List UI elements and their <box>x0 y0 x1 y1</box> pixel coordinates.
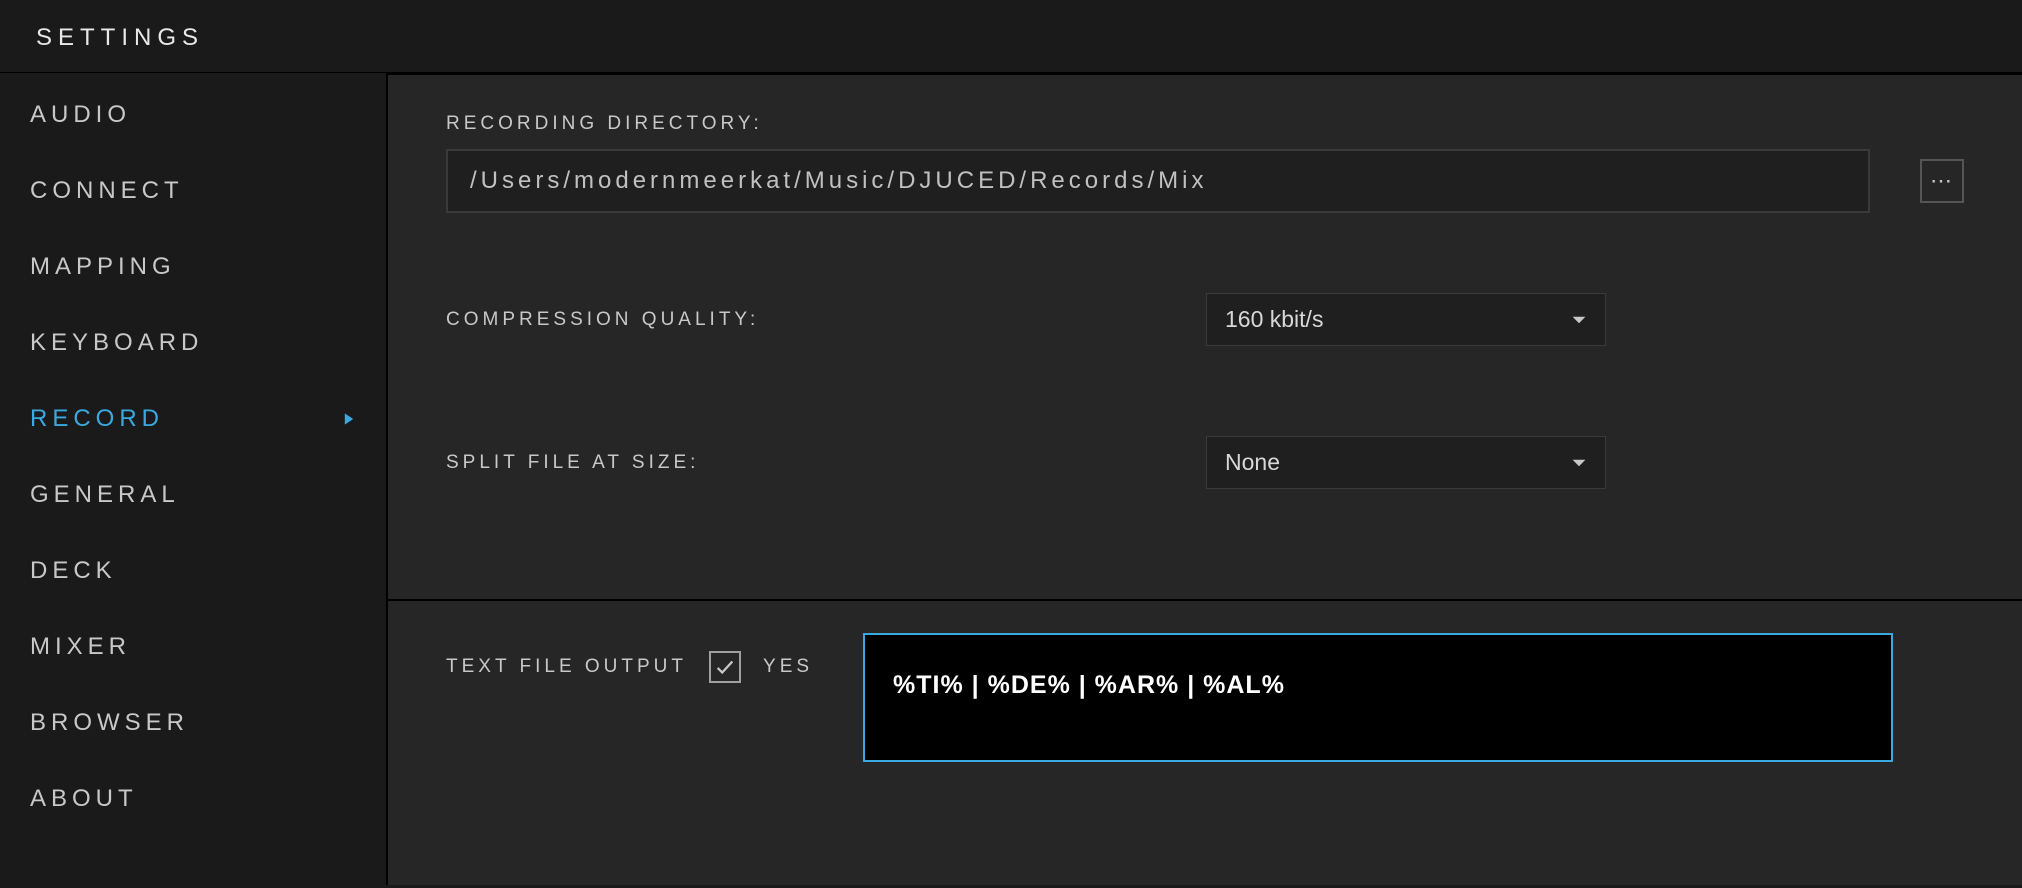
sidebar-item-label: RECORD <box>30 405 164 433</box>
compression-quality-select[interactable]: 160 kbit/s <box>1206 293 1606 346</box>
sidebar-item-mapping[interactable]: MAPPING <box>0 229 386 305</box>
format-string-input[interactable]: %TI% | %DE% | %AR% | %AL% <box>863 633 1893 762</box>
select-wrap: 160 kbit/s <box>1206 293 1606 346</box>
select-wrap: None <box>1206 436 1606 489</box>
sidebar-item-audio[interactable]: AUDIO <box>0 77 386 153</box>
chevron-down-icon <box>1571 455 1587 471</box>
layout: AUDIO CONNECT MAPPING KEYBOARD RECORD GE… <box>0 73 2022 885</box>
recording-directory-row: ⋯ <box>446 149 1964 213</box>
settings-header: SETTINGS <box>0 0 2022 73</box>
sidebar-item-keyboard[interactable]: KEYBOARD <box>0 305 386 381</box>
browse-button[interactable]: ⋯ <box>1920 159 1964 203</box>
text-file-output-checkbox[interactable] <box>709 651 741 683</box>
sidebar-item-label: MIXER <box>30 633 131 661</box>
sidebar-item-about[interactable]: ABOUT <box>0 761 386 837</box>
page-title: SETTINGS <box>36 24 1986 52</box>
compression-quality-label: COMPRESSION QUALITY: <box>446 309 1206 331</box>
compression-quality-row: COMPRESSION QUALITY: 160 kbit/s <box>446 293 1964 346</box>
sidebar: AUDIO CONNECT MAPPING KEYBOARD RECORD GE… <box>0 73 388 885</box>
main-panel: RECORDING DIRECTORY: ⋯ COMPRESSION QUALI… <box>388 73 2022 885</box>
text-file-output-row: TEXT FILE OUTPUT YES %TI% | %DE% | %AR% … <box>446 633 1964 762</box>
sidebar-item-label: BROWSER <box>30 709 189 737</box>
sidebar-item-label: MAPPING <box>30 253 176 281</box>
format-string-value: %TI% | %DE% | %AR% | %AL% <box>893 671 1285 699</box>
output-left: TEXT FILE OUTPUT YES <box>446 633 813 683</box>
sidebar-item-label: CONNECT <box>30 177 184 205</box>
sidebar-item-label: AUDIO <box>30 101 131 129</box>
yes-label: YES <box>763 656 813 678</box>
sidebar-item-label: GENERAL <box>30 481 180 509</box>
sidebar-item-label: KEYBOARD <box>30 329 203 357</box>
sidebar-item-deck[interactable]: DECK <box>0 533 386 609</box>
split-file-label: SPLIT FILE AT SIZE: <box>446 452 1206 474</box>
sidebar-item-record[interactable]: RECORD <box>0 381 386 457</box>
check-icon <box>714 656 736 678</box>
select-value: 160 kbit/s <box>1225 306 1323 333</box>
sidebar-item-label: ABOUT <box>30 785 138 813</box>
chevron-right-icon <box>342 412 356 426</box>
ellipsis-icon: ⋯ <box>1930 170 1954 192</box>
sidebar-item-general[interactable]: GENERAL <box>0 457 386 533</box>
section-divider <box>388 599 2022 601</box>
chevron-down-icon <box>1571 312 1587 328</box>
sidebar-item-connect[interactable]: CONNECT <box>0 153 386 229</box>
select-value: None <box>1225 449 1280 476</box>
split-file-row: SPLIT FILE AT SIZE: None <box>446 436 1964 489</box>
split-file-select[interactable]: None <box>1206 436 1606 489</box>
text-file-output-label: TEXT FILE OUTPUT <box>446 656 687 678</box>
sidebar-item-browser[interactable]: BROWSER <box>0 685 386 761</box>
sidebar-item-mixer[interactable]: MIXER <box>0 609 386 685</box>
sidebar-item-label: DECK <box>30 557 117 585</box>
recording-directory-label: RECORDING DIRECTORY: <box>446 113 1964 135</box>
recording-directory-group: RECORDING DIRECTORY: ⋯ <box>446 113 1964 213</box>
recording-directory-input[interactable] <box>446 149 1870 213</box>
